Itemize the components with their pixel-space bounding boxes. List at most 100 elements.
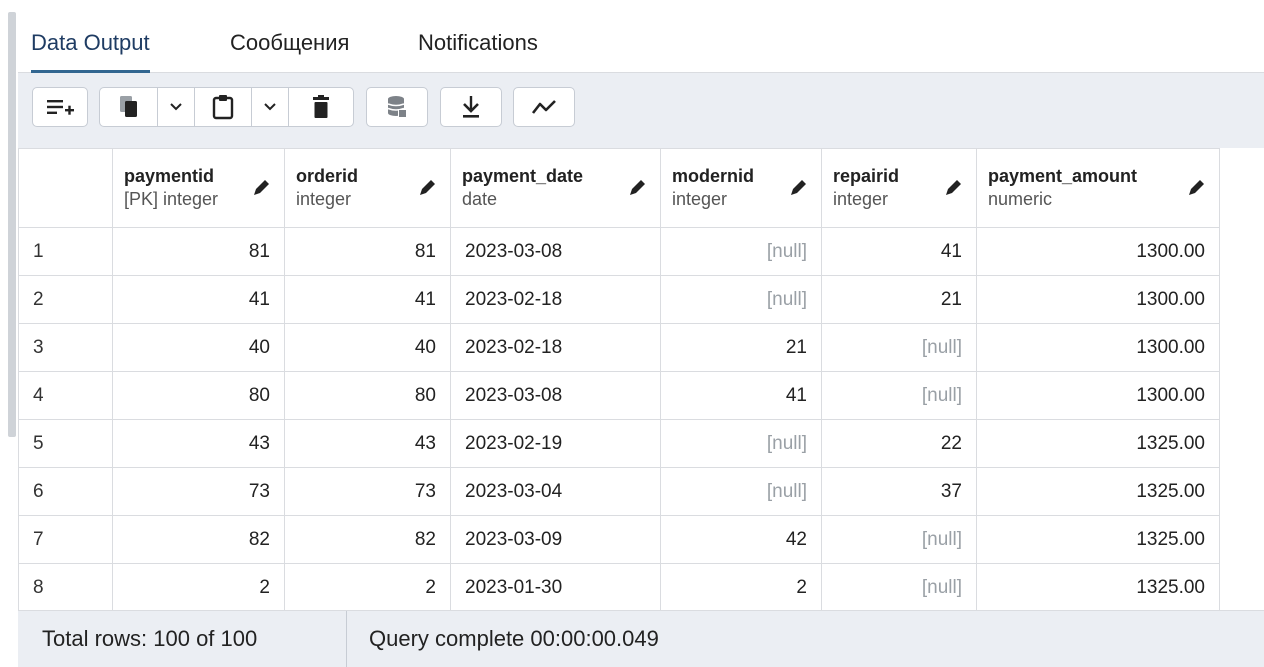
row-number-cell[interactable]: 4	[18, 371, 113, 420]
cell-paymentid[interactable]: 82	[112, 515, 285, 564]
cell-payment-amount[interactable]: 1300.00	[976, 371, 1220, 420]
cell-modernid[interactable]: [null]	[660, 419, 822, 468]
tab-notifications[interactable]: Notifications	[418, 12, 538, 72]
cell-value: 42	[785, 528, 807, 550]
cell-orderid[interactable]: 40	[284, 323, 451, 372]
column-header-payment-date[interactable]: payment_date date	[450, 148, 661, 228]
tab-data-output[interactable]: Data Output	[31, 12, 150, 73]
cell-paymentid[interactable]: 81	[112, 227, 285, 276]
cell-orderid[interactable]: 2	[284, 563, 451, 610]
pencil-icon[interactable]	[626, 177, 648, 199]
pencil-icon[interactable]	[250, 177, 272, 199]
cell-value: 1325.00	[1136, 480, 1205, 502]
table-row[interactable]: 2 41 41 2023-02-18 [null] 21 1300.00	[18, 275, 1220, 324]
cell-modernid[interactable]: 21	[660, 323, 822, 372]
cell-payment-date[interactable]: 2023-03-04	[450, 467, 661, 516]
cell-repairid[interactable]: 37	[821, 467, 977, 516]
paste-button[interactable]	[194, 87, 252, 127]
cell-paymentid[interactable]: 40	[112, 323, 285, 372]
cell-repairid[interactable]: 22	[821, 419, 977, 468]
cell-payment-amount[interactable]: 1300.00	[976, 323, 1220, 372]
cell-payment-amount[interactable]: 1300.00	[976, 275, 1220, 324]
chevron-down-icon	[170, 103, 182, 111]
cell-repairid[interactable]: [null]	[821, 323, 977, 372]
pencil-icon[interactable]	[1185, 177, 1207, 199]
column-header-repairid[interactable]: repairid integer	[821, 148, 977, 228]
cell-paymentid[interactable]: 80	[112, 371, 285, 420]
cell-value: 41	[414, 288, 436, 310]
pencil-icon[interactable]	[787, 177, 809, 199]
cell-payment-date[interactable]: 2023-03-09	[450, 515, 661, 564]
row-number-header[interactable]	[18, 148, 113, 228]
cell-paymentid[interactable]: 2	[112, 563, 285, 610]
graph-visualiser-button[interactable]	[513, 87, 575, 127]
column-header-modernid[interactable]: modernid integer	[660, 148, 822, 228]
cell-modernid[interactable]: 41	[660, 371, 822, 420]
copy-options-dropdown[interactable]	[157, 87, 195, 127]
cell-orderid[interactable]: 41	[284, 275, 451, 324]
cell-orderid[interactable]: 82	[284, 515, 451, 564]
column-header-paymentid[interactable]: paymentid [PK] integer	[112, 148, 285, 228]
row-number-cell[interactable]: 6	[18, 467, 113, 516]
tab-messages[interactable]: Сообщения	[230, 12, 349, 72]
column-header-orderid[interactable]: orderid integer	[284, 148, 451, 228]
table-row[interactable]: 7 82 82 2023-03-09 42 [null] 1325.00	[18, 515, 1220, 564]
row-number-cell[interactable]: 2	[18, 275, 113, 324]
cell-modernid[interactable]: 42	[660, 515, 822, 564]
table-row[interactable]: 3 40 40 2023-02-18 21 [null] 1300.00	[18, 323, 1220, 372]
cell-modernid[interactable]: [null]	[660, 227, 822, 276]
cell-orderid[interactable]: 81	[284, 227, 451, 276]
left-splitter[interactable]	[0, 0, 18, 666]
cell-repairid[interactable]: [null]	[821, 563, 977, 610]
delete-row-button[interactable]	[288, 87, 354, 127]
table-row[interactable]: 1 81 81 2023-03-08 [null] 41 1300.00	[18, 227, 1220, 276]
row-number-cell[interactable]: 5	[18, 419, 113, 468]
cell-value: 2	[796, 576, 807, 598]
pencil-icon[interactable]	[942, 177, 964, 199]
cell-modernid[interactable]: 2	[660, 563, 822, 610]
chevron-down-icon	[264, 103, 276, 111]
pencil-icon[interactable]	[416, 177, 438, 199]
table-row[interactable]: 8 2 2 2023-01-30 2 [null] 1325.00	[18, 563, 1220, 610]
download-button[interactable]	[440, 87, 502, 127]
cell-modernid[interactable]: [null]	[660, 275, 822, 324]
cell-payment-amount[interactable]: 1300.00	[976, 227, 1220, 276]
column-header-payment-amount[interactable]: payment_amount numeric	[976, 148, 1220, 228]
cell-payment-date[interactable]: 2023-03-08	[450, 371, 661, 420]
table-row[interactable]: 6 73 73 2023-03-04 [null] 37 1325.00	[18, 467, 1220, 516]
cell-orderid[interactable]: 43	[284, 419, 451, 468]
cell-value: 21	[785, 336, 807, 358]
row-number-cell[interactable]: 7	[18, 515, 113, 564]
vertical-scrollbar[interactable]	[8, 12, 16, 437]
row-number-cell[interactable]: 3	[18, 323, 113, 372]
cell-paymentid[interactable]: 73	[112, 467, 285, 516]
table-row[interactable]: 4 80 80 2023-03-08 41 [null] 1300.00	[18, 371, 1220, 420]
cell-paymentid[interactable]: 41	[112, 275, 285, 324]
cell-value: 73	[248, 480, 270, 502]
cell-repairid[interactable]: [null]	[821, 515, 977, 564]
cell-modernid[interactable]: [null]	[660, 467, 822, 516]
cell-orderid[interactable]: 80	[284, 371, 451, 420]
cell-payment-amount[interactable]: 1325.00	[976, 515, 1220, 564]
cell-repairid[interactable]: 21	[821, 275, 977, 324]
cell-payment-date[interactable]: 2023-03-08	[450, 227, 661, 276]
cell-payment-amount[interactable]: 1325.00	[976, 467, 1220, 516]
cell-repairid[interactable]: 41	[821, 227, 977, 276]
cell-payment-date[interactable]: 2023-02-18	[450, 323, 661, 372]
cell-payment-amount[interactable]: 1325.00	[976, 419, 1220, 468]
row-number-cell[interactable]: 8	[18, 563, 113, 610]
cell-payment-amount[interactable]: 1325.00	[976, 563, 1220, 610]
table-row[interactable]: 5 43 43 2023-02-19 [null] 22 1325.00	[18, 419, 1220, 468]
copy-button[interactable]	[99, 87, 158, 127]
cell-repairid[interactable]: [null]	[821, 371, 977, 420]
paste-options-dropdown[interactable]	[251, 87, 289, 127]
add-row-button[interactable]	[32, 87, 88, 127]
cell-orderid[interactable]: 73	[284, 467, 451, 516]
cell-paymentid[interactable]: 43	[112, 419, 285, 468]
save-data-button[interactable]	[366, 87, 428, 127]
cell-payment-date[interactable]: 2023-02-19	[450, 419, 661, 468]
row-number-cell[interactable]: 1	[18, 227, 113, 276]
cell-payment-date[interactable]: 2023-02-18	[450, 275, 661, 324]
cell-payment-date[interactable]: 2023-01-30	[450, 563, 661, 610]
cell-value: 43	[414, 432, 436, 454]
